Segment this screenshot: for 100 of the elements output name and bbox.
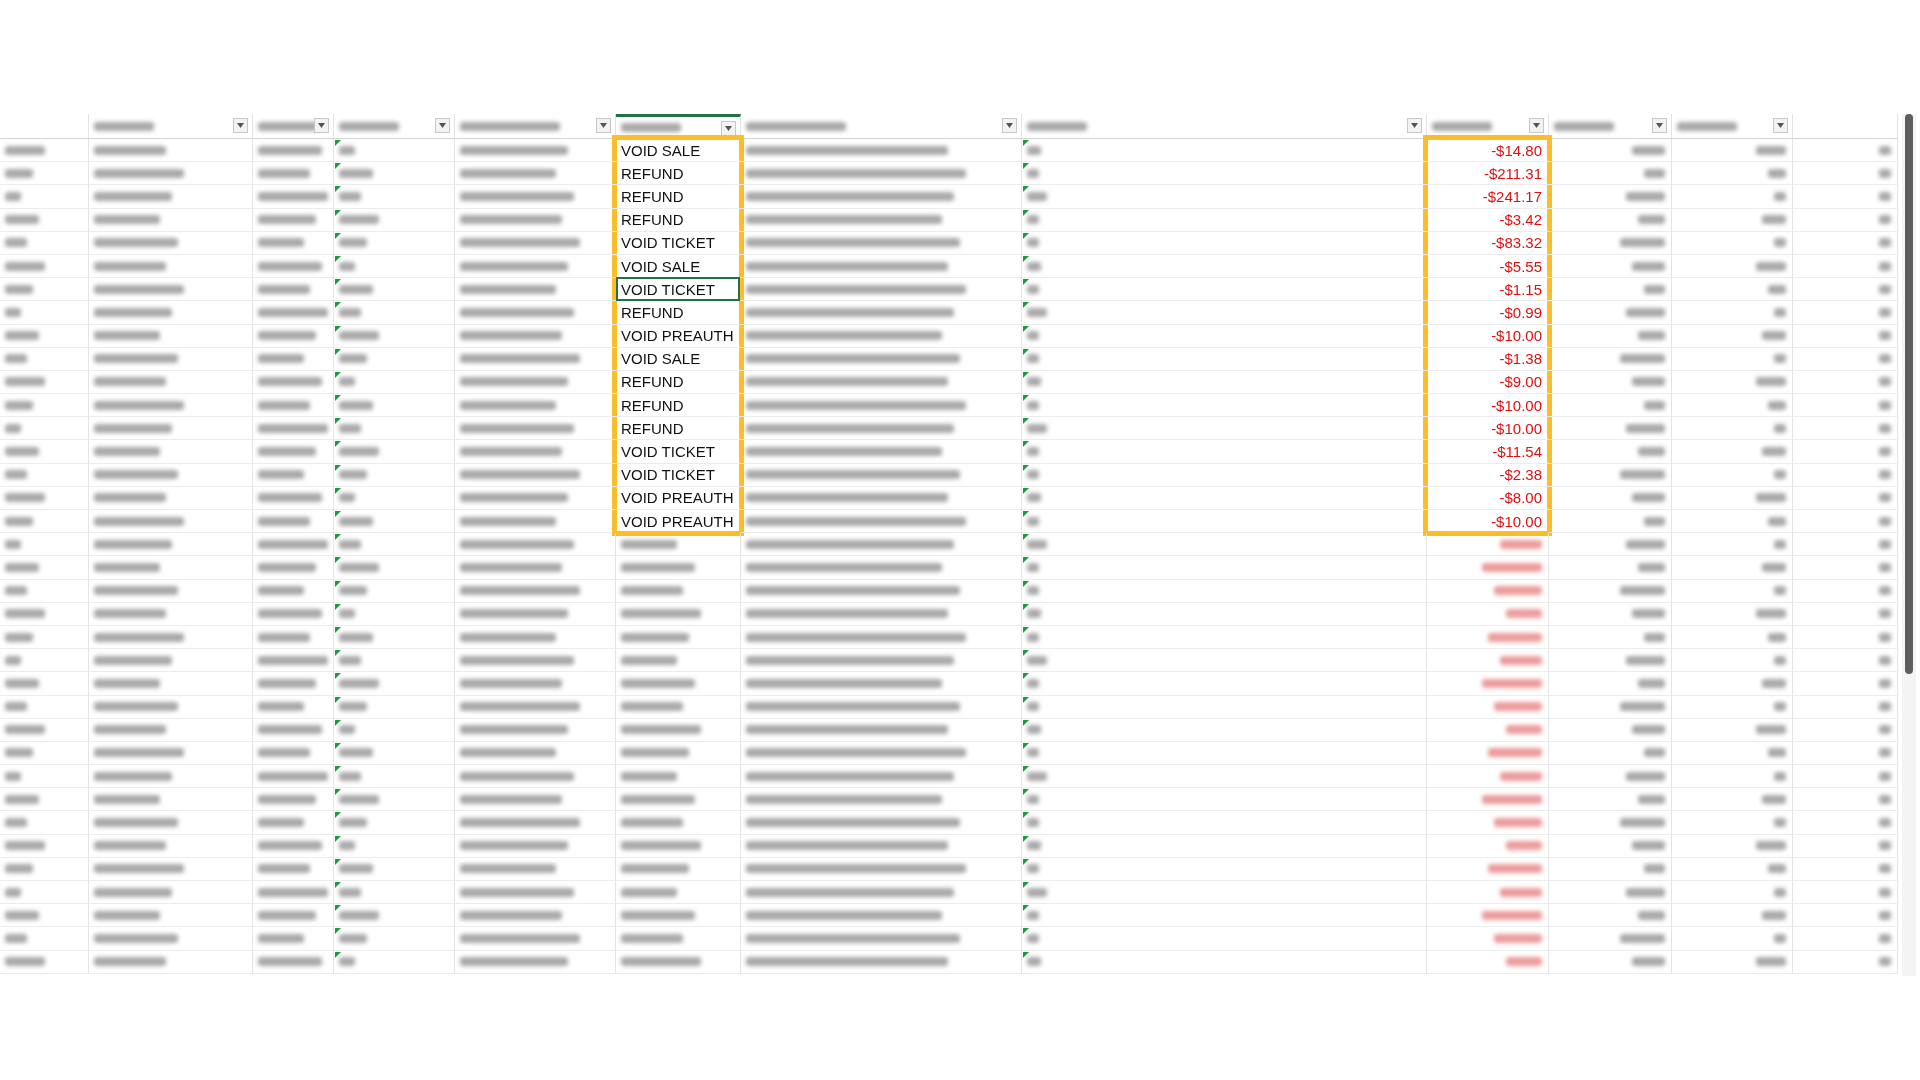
redacted-text (1879, 377, 1891, 387)
redacted-text (1027, 377, 1041, 387)
amount: -$10.00 (1491, 396, 1542, 414)
redacted-text (5, 284, 33, 294)
redacted-text (1626, 771, 1665, 781)
error-indicator-icon (335, 812, 341, 819)
error-indicator-icon (335, 279, 341, 286)
filter-dropdown-button[interactable] (435, 118, 450, 133)
error-indicator-icon (1023, 858, 1029, 865)
redacted-text (1638, 447, 1665, 457)
redacted-text (1879, 168, 1891, 178)
amount: -$3.42 (1499, 211, 1542, 229)
redacted-text (94, 331, 160, 341)
transaction-type: VOID TICKET (621, 234, 715, 252)
redacted-text (258, 354, 304, 364)
redacted-text (1879, 818, 1891, 828)
error-indicator-icon (335, 209, 341, 216)
redacted-text (1027, 771, 1047, 781)
redacted-text (339, 957, 355, 967)
redacted-text (1638, 678, 1665, 688)
filter-dropdown-button[interactable] (1773, 118, 1788, 133)
error-indicator-icon (1023, 789, 1029, 796)
redacted-text (339, 910, 379, 920)
redacted-text (1774, 702, 1786, 712)
redacted-text (1027, 632, 1039, 642)
redacted-header (1432, 121, 1492, 131)
redacted-text (1027, 307, 1047, 317)
redacted-text (621, 702, 683, 712)
redacted-text (1644, 632, 1665, 642)
redacted-text (94, 725, 166, 735)
error-indicator-icon (335, 835, 341, 842)
redacted-text (1506, 841, 1542, 851)
redacted-text (1879, 307, 1891, 317)
error-indicator-icon (335, 186, 341, 193)
redacted-text (1027, 910, 1039, 920)
redacted-text (1774, 655, 1786, 665)
redacted-text (258, 238, 304, 248)
redacted-text (1768, 400, 1786, 410)
redacted-text (94, 910, 160, 920)
redacted-text (1027, 586, 1039, 596)
redacted-text (339, 284, 373, 294)
redacted-text (5, 586, 27, 596)
redacted-text (5, 562, 39, 572)
redacted-text (94, 447, 160, 457)
redacted-text (1768, 168, 1786, 178)
redacted-text (94, 678, 160, 688)
redacted-text (1027, 168, 1039, 178)
redacted-text (5, 423, 21, 433)
redacted-text (339, 307, 361, 317)
redacted-text (339, 841, 355, 851)
redacted-text (621, 586, 683, 596)
error-indicator-icon (1023, 951, 1029, 958)
redacted-text (1027, 609, 1041, 619)
redacted-text (1027, 447, 1039, 457)
redacted-text (1027, 864, 1039, 874)
redacted-text (339, 261, 355, 271)
filter-dropdown-button[interactable] (596, 118, 611, 133)
filter-dropdown-button[interactable] (1407, 118, 1422, 133)
filter-dropdown-button[interactable] (1529, 118, 1544, 133)
redacted-text (258, 702, 304, 712)
redacted-text (1762, 447, 1786, 457)
error-indicator-icon (1023, 232, 1029, 239)
filter-dropdown-button[interactable] (1002, 118, 1017, 133)
caret-icon (600, 123, 607, 128)
vertical-scrollbar[interactable] (1902, 114, 1916, 976)
error-indicator-icon (1023, 673, 1029, 680)
error-indicator-icon (335, 511, 341, 517)
redacted-text (621, 818, 683, 828)
redacted-text (1756, 725, 1786, 735)
error-indicator-icon (1023, 928, 1029, 935)
filter-dropdown-button[interactable] (1652, 118, 1667, 133)
redacted-text (5, 539, 21, 549)
redacted-text (5, 841, 45, 851)
redacted-text (1879, 632, 1891, 642)
redacted-text (1879, 191, 1891, 201)
error-indicator-icon (1023, 719, 1029, 726)
redacted-text (1879, 423, 1891, 433)
redacted-text (1644, 864, 1665, 874)
redacted-text (1500, 771, 1542, 781)
filter-dropdown-button[interactable] (233, 118, 248, 133)
redacted-text (94, 145, 166, 155)
error-indicator-icon (335, 858, 341, 865)
error-indicator-icon (335, 580, 341, 587)
error-indicator-icon (1023, 766, 1029, 773)
redacted-text (1768, 284, 1786, 294)
transaction-type: VOID PREAUTH (621, 489, 734, 507)
error-indicator-icon (1023, 348, 1029, 355)
caret-icon (439, 123, 446, 128)
transaction-type: VOID TICKET (621, 443, 715, 461)
error-indicator-icon (335, 673, 341, 680)
error-indicator-icon (335, 626, 341, 633)
redacted-text (621, 933, 683, 943)
amount: -$1.15 (1499, 280, 1542, 298)
filter-dropdown-button[interactable] (314, 118, 329, 133)
amount: -$9.00 (1499, 373, 1542, 391)
redacted-text (5, 794, 39, 804)
redacted-text (1879, 725, 1891, 735)
error-indicator-icon (335, 348, 341, 355)
redacted-text (1879, 794, 1891, 804)
error-indicator-icon (1023, 650, 1029, 657)
